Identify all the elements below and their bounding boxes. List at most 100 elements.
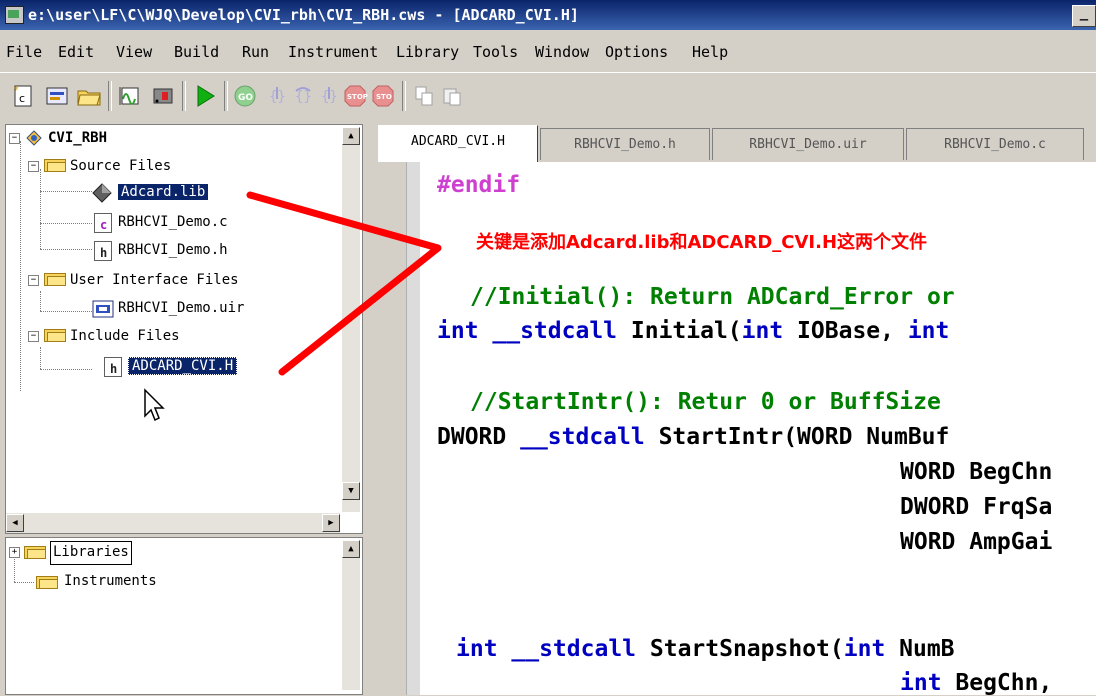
code-token: __stdcall [497, 636, 637, 662]
code-line-startsnapshot: int __stdcall StartSnapshot(int NumB [456, 636, 955, 662]
menu-edit[interactable]: Edit [58, 43, 94, 61]
step-over-icon[interactable]: {} [290, 83, 316, 109]
include-file-adcard-h[interactable]: ADCARD_CVI.H [128, 355, 238, 377]
menu-instrument[interactable]: Instrument [288, 43, 378, 61]
stop-icon[interactable]: STOP [342, 83, 368, 109]
source-file-demo-c[interactable]: RBHCVI_Demo.c [118, 211, 228, 233]
open-folder-icon[interactable] [76, 83, 102, 109]
tab-rbhcvi-demo-uir[interactable]: RBHCVI_Demo.uir [712, 128, 904, 160]
folder-open-icon [44, 157, 66, 172]
mouse-cursor-icon [144, 388, 165, 422]
instruments-node[interactable]: Instruments [64, 570, 157, 592]
step-out-icon[interactable]: {} [316, 83, 342, 109]
code-line-comment-startintr: //StartIntr(): Retur 0 or BuffSize [470, 389, 941, 415]
tree-line [40, 223, 92, 224]
tree-vscroll[interactable]: ▲ ▼ [342, 127, 360, 512]
tree-line [20, 141, 21, 391]
app-icon [5, 6, 24, 24]
project-icon [26, 130, 42, 146]
tree-line [40, 169, 41, 249]
menu-run[interactable]: Run [242, 43, 269, 61]
scroll-down-icon[interactable]: ▼ [342, 482, 360, 500]
expand-libraries-icon[interactable]: + [9, 547, 20, 558]
project-root[interactable]: CVI_RBH [48, 127, 107, 149]
run-icon[interactable] [192, 83, 218, 109]
toolbar: c* GO {} {} {} STOP STO [0, 72, 1096, 121]
code-line-begchn: WORD BegChn [900, 459, 1053, 485]
menu-help[interactable]: Help [692, 43, 728, 61]
svg-text:GO: GO [238, 93, 253, 103]
menu-view[interactable]: View [116, 43, 152, 61]
c-file-icon: c [94, 213, 112, 233]
library-tree-pane: + Libraries Instruments ▲ [5, 537, 363, 695]
copy-icon[interactable] [412, 83, 438, 109]
paste-icon[interactable] [440, 83, 466, 109]
menu-tools[interactable]: Tools [473, 43, 518, 61]
code-token: BegChn, [941, 670, 1053, 696]
tree-line [40, 311, 92, 312]
libraries-vscroll[interactable]: ▲ [342, 540, 360, 690]
menu-options[interactable]: Options [605, 43, 668, 61]
code-line-begchn-2: int BegChn, [900, 670, 1052, 696]
new-c-icon[interactable]: c * [10, 83, 36, 109]
tree-line [14, 582, 34, 583]
toolbar-separator [182, 81, 186, 111]
scroll-right-icon[interactable]: ▶ [322, 514, 340, 532]
window-title: e:\user\LF\C\WJQ\Develop\CVI_rbh\CVI_RBH… [28, 6, 579, 24]
scroll-left-icon[interactable]: ◀ [6, 514, 24, 532]
code-token: Initial( [617, 318, 742, 344]
project-tree-pane: − CVI_RBH − Source Files Adcard.lib c RB… [5, 124, 363, 534]
minimize-button[interactable]: _ [1072, 5, 1096, 27]
tab-adcard-cvi-h[interactable]: ADCARD_CVI.H [378, 125, 538, 162]
libraries-node[interactable]: Libraries [50, 541, 132, 565]
menu-file[interactable]: File [6, 43, 42, 61]
source-file-adcard-lib[interactable]: Adcard.lib [118, 181, 209, 203]
folder-icon [24, 544, 46, 559]
code-token: __stdcall [520, 424, 645, 450]
uir-file-icon [92, 299, 114, 319]
menu-build[interactable]: Build [174, 43, 219, 61]
svg-text:STO: STO [376, 93, 392, 101]
code-line-initial: int __stdcall Initial(int IOBase, int [437, 318, 949, 344]
step-into-icon[interactable]: {} [264, 83, 290, 109]
tab-rbhcvi-demo-h[interactable]: RBHCVI_Demo.h [540, 128, 710, 160]
toolbar-separator [224, 81, 228, 111]
include-files-folder[interactable]: Include Files [70, 325, 180, 347]
scroll-up-icon[interactable]: ▲ [342, 540, 360, 558]
collapse-include-icon[interactable]: − [28, 331, 39, 342]
wave-icon[interactable] [116, 83, 142, 109]
editor-margin [406, 162, 420, 695]
h-file-icon: h [94, 241, 112, 261]
svg-text:STOP: STOP [347, 93, 368, 101]
editor-gutter [370, 162, 406, 695]
collapse-ui-icon[interactable]: − [28, 275, 39, 286]
source-file-demo-h[interactable]: RBHCVI_Demo.h [118, 239, 228, 261]
code-token: int [437, 318, 479, 344]
tab-rbhcvi-demo-c[interactable]: RBHCVI_Demo.c [906, 128, 1084, 160]
code-token: NumB [885, 636, 955, 662]
scroll-up-icon[interactable]: ▲ [342, 127, 360, 145]
code-token: IOBase, [783, 318, 908, 344]
chart-icon[interactable] [150, 83, 176, 109]
tree-hscroll[interactable]: ◀ ▶ [6, 513, 340, 533]
lib-file-icon [92, 183, 112, 203]
ui-file-demo-uir[interactable]: RBHCVI_Demo.uir [118, 297, 244, 319]
code-token: __stdcall [478, 318, 618, 344]
collapse-source-icon[interactable]: − [28, 161, 39, 172]
open-project-icon[interactable] [44, 83, 70, 109]
ui-files-folder[interactable]: User Interface Files [70, 269, 239, 291]
svg-text:c: c [19, 92, 25, 105]
selected-file-label: Adcard.lib [118, 184, 209, 200]
tree-line [40, 249, 92, 250]
menu-window[interactable]: Window [535, 43, 589, 61]
source-files-folder[interactable]: Source Files [70, 155, 171, 177]
code-token: StartSnapshot( [636, 636, 844, 662]
stop-icon-2[interactable]: STO [370, 83, 396, 109]
collapse-root-icon[interactable]: − [9, 133, 20, 144]
svg-text:*: * [13, 85, 19, 96]
go-icon[interactable]: GO [232, 83, 258, 109]
title-bar: e:\user\LF\C\WJQ\Develop\CVI_rbh\CVI_RBH… [0, 0, 1096, 30]
code-token: int [456, 636, 498, 662]
code-line-ampgai: WORD AmpGai [900, 529, 1053, 555]
menu-library[interactable]: Library [396, 43, 459, 61]
